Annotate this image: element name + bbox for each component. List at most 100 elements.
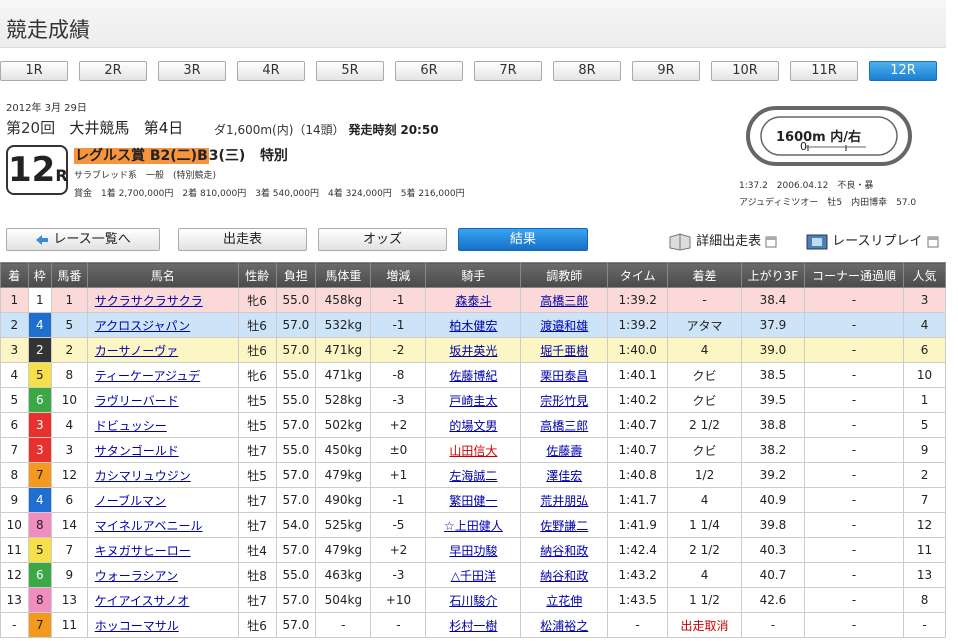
race-tab-7[interactable]: 7R	[474, 61, 542, 81]
race-tab-10[interactable]: 10R	[711, 61, 779, 81]
detail-entries-link[interactable]: 詳細出走表	[668, 230, 777, 251]
race-tab-4[interactable]: 4R	[237, 61, 305, 81]
race-replay-link[interactable]: レースリプレイ	[806, 230, 939, 251]
horse-link[interactable]: ドビュッシー	[95, 419, 167, 433]
race-tab-11[interactable]: 11R	[790, 61, 858, 81]
cell-horse: ティーケーアジュデ	[86, 362, 239, 388]
cell-last3f: 38.8	[740, 412, 806, 438]
race-name-rest: 3(三)	[208, 148, 246, 164]
cell-horse: カシマリュウジン	[86, 462, 239, 488]
book-icon	[669, 232, 691, 251]
horse-link[interactable]: アクロスジャパン	[95, 319, 190, 333]
horse-link[interactable]: ティーケーアジュデ	[95, 369, 200, 383]
cell-horse: ノーブルマン	[86, 487, 239, 513]
horse-link[interactable]: ウォーラシアン	[95, 569, 178, 583]
horse-link[interactable]: ケイアイスサノオ	[95, 594, 190, 608]
race-tab-1[interactable]: 1R	[0, 61, 68, 81]
race-tab-6[interactable]: 6R	[395, 61, 463, 81]
trainer-link[interactable]: 納谷和政	[540, 569, 588, 583]
horse-link[interactable]: マイネルアベニール	[95, 519, 203, 533]
column-header: 馬体重	[315, 262, 372, 288]
cell-waku: 7	[27, 612, 53, 638]
cell-corner: -	[804, 387, 905, 413]
cell-diff: -1	[370, 312, 427, 338]
trainer-link[interactable]: 渡邉和雄	[540, 319, 588, 333]
trainer-link[interactable]: 栗田泰昌	[540, 369, 588, 383]
trainer-link[interactable]: 澤佳宏	[546, 469, 582, 483]
race-tab-12[interactable]: 12R	[869, 61, 937, 81]
trainer-link[interactable]: 高橋三郎	[540, 419, 588, 433]
trainer-link[interactable]: 佐藤壽	[546, 444, 582, 458]
jockey-link[interactable]: △千田洋	[451, 569, 496, 583]
trainer-link[interactable]: 納谷和政	[540, 544, 588, 558]
cell-body: 532kg	[315, 312, 372, 338]
trainer-link[interactable]: 立花伸	[546, 594, 582, 608]
cell-sexage: 牡6	[237, 612, 277, 638]
race-list-button[interactable]: レース一覧へ	[6, 228, 160, 251]
race-tabs: 1R 2R 3R 4R 5R 6R 7R 8R 9R 10R 11R 12R	[0, 61, 958, 82]
cell-pos: 6	[0, 412, 29, 438]
trainer-link[interactable]: 高橋三郎	[540, 294, 588, 308]
jockey-link[interactable]: 戸崎圭太	[449, 394, 497, 408]
jockey-link[interactable]: 繁田健一	[449, 494, 497, 508]
trainer-link[interactable]: 荒井朋弘	[540, 494, 588, 508]
cell-time: 1:40.7	[607, 412, 669, 438]
cell-corner: -	[804, 287, 905, 313]
race-tab-3[interactable]: 3R	[158, 61, 226, 81]
trainer-link[interactable]: 宗形竹見	[540, 394, 588, 408]
cell-last3f: 39.2	[740, 462, 806, 488]
trainer-link[interactable]: 佐野謙二	[540, 519, 588, 533]
results-table: 着枠馬番 馬名 性齢 負担 馬体重 増減 騎手 調教師 タイム 着差 上がり3F コーナー通過順 人気 …	[0, 262, 946, 638]
horse-link[interactable]: カーサノーヴァ	[95, 344, 179, 358]
horse-link[interactable]: カシマリュウジン	[95, 469, 191, 483]
jockey-link[interactable]: 杉村一樹	[449, 619, 497, 633]
page-header: 競走成績	[0, 0, 946, 48]
race-tab-8[interactable]: 8R	[553, 61, 621, 81]
cell-sexage: 牡7	[237, 487, 277, 513]
jockey-link[interactable]: ☆上田健人	[444, 519, 503, 533]
entries-button[interactable]: 出走表	[178, 228, 307, 251]
cell-num: 6	[51, 487, 88, 513]
jockey-link[interactable]: 的場文男	[449, 419, 497, 433]
horse-link[interactable]: ノーブルマン	[95, 494, 166, 508]
trainer-link[interactable]: 松浦裕之	[540, 619, 588, 633]
cell-last3f: 38.5	[740, 362, 806, 388]
column-header: 上がり3F	[740, 262, 806, 288]
cell-diff: -	[370, 612, 427, 638]
jockey-link[interactable]: 森泰斗	[455, 294, 491, 308]
cell-trainer: 栗田泰昌	[520, 362, 609, 388]
jockey-link[interactable]: 石川駿介	[449, 594, 497, 608]
jockey-link[interactable]: 坂井英光	[449, 344, 497, 358]
horse-link[interactable]: キヌガサヒーロー	[95, 544, 191, 558]
cell-body: 525kg	[315, 512, 372, 538]
table-header-row: 着枠馬番 馬名 性齢 負担 馬体重 増減 騎手 調教師 タイム 着差 上がり3F コーナー通過順 人気	[0, 262, 946, 288]
cell-diff: +2	[370, 412, 427, 438]
jockey-link[interactable]: 柏木健宏	[449, 319, 497, 333]
cell-diff: -1	[370, 287, 427, 313]
race-tab-2[interactable]: 2R	[79, 61, 147, 81]
jockey-link[interactable]: 山田信大	[449, 444, 497, 458]
detail-entries-label: 詳細出走表	[696, 234, 762, 249]
cell-margin: 4	[667, 337, 742, 363]
cell-trainer: 高橋三郎	[520, 412, 609, 438]
horse-link[interactable]: サタンゴールド	[95, 444, 179, 458]
jockey-link[interactable]: 左海誠二	[449, 469, 497, 483]
cell-margin: 4	[667, 562, 742, 588]
cell-pos: 2	[0, 312, 29, 338]
jockey-link[interactable]: 佐藤博紀	[449, 369, 497, 383]
cell-time: 1:43.5	[607, 587, 669, 613]
cell-pos: 8	[0, 462, 29, 488]
cell-diff: +10	[370, 587, 427, 613]
cell-jockey: ☆上田健人	[425, 512, 522, 538]
horse-link[interactable]: サクラサクラサクラ	[95, 294, 203, 308]
race-tab-5[interactable]: 5R	[316, 61, 384, 81]
horse-link[interactable]: ホッコーマサル	[95, 619, 179, 633]
jockey-link[interactable]: 早田功駿	[449, 544, 497, 558]
race-tab-9[interactable]: 9R	[632, 61, 700, 81]
trainer-link[interactable]: 堀千亜樹	[540, 344, 588, 358]
horse-link[interactable]: ラヴリーバード	[95, 394, 179, 408]
cell-sexage: 牡6	[237, 337, 277, 363]
odds-button[interactable]: オッズ	[318, 228, 447, 251]
cell-weight: 57.0	[275, 312, 317, 338]
results-button[interactable]: 結果	[458, 228, 588, 251]
